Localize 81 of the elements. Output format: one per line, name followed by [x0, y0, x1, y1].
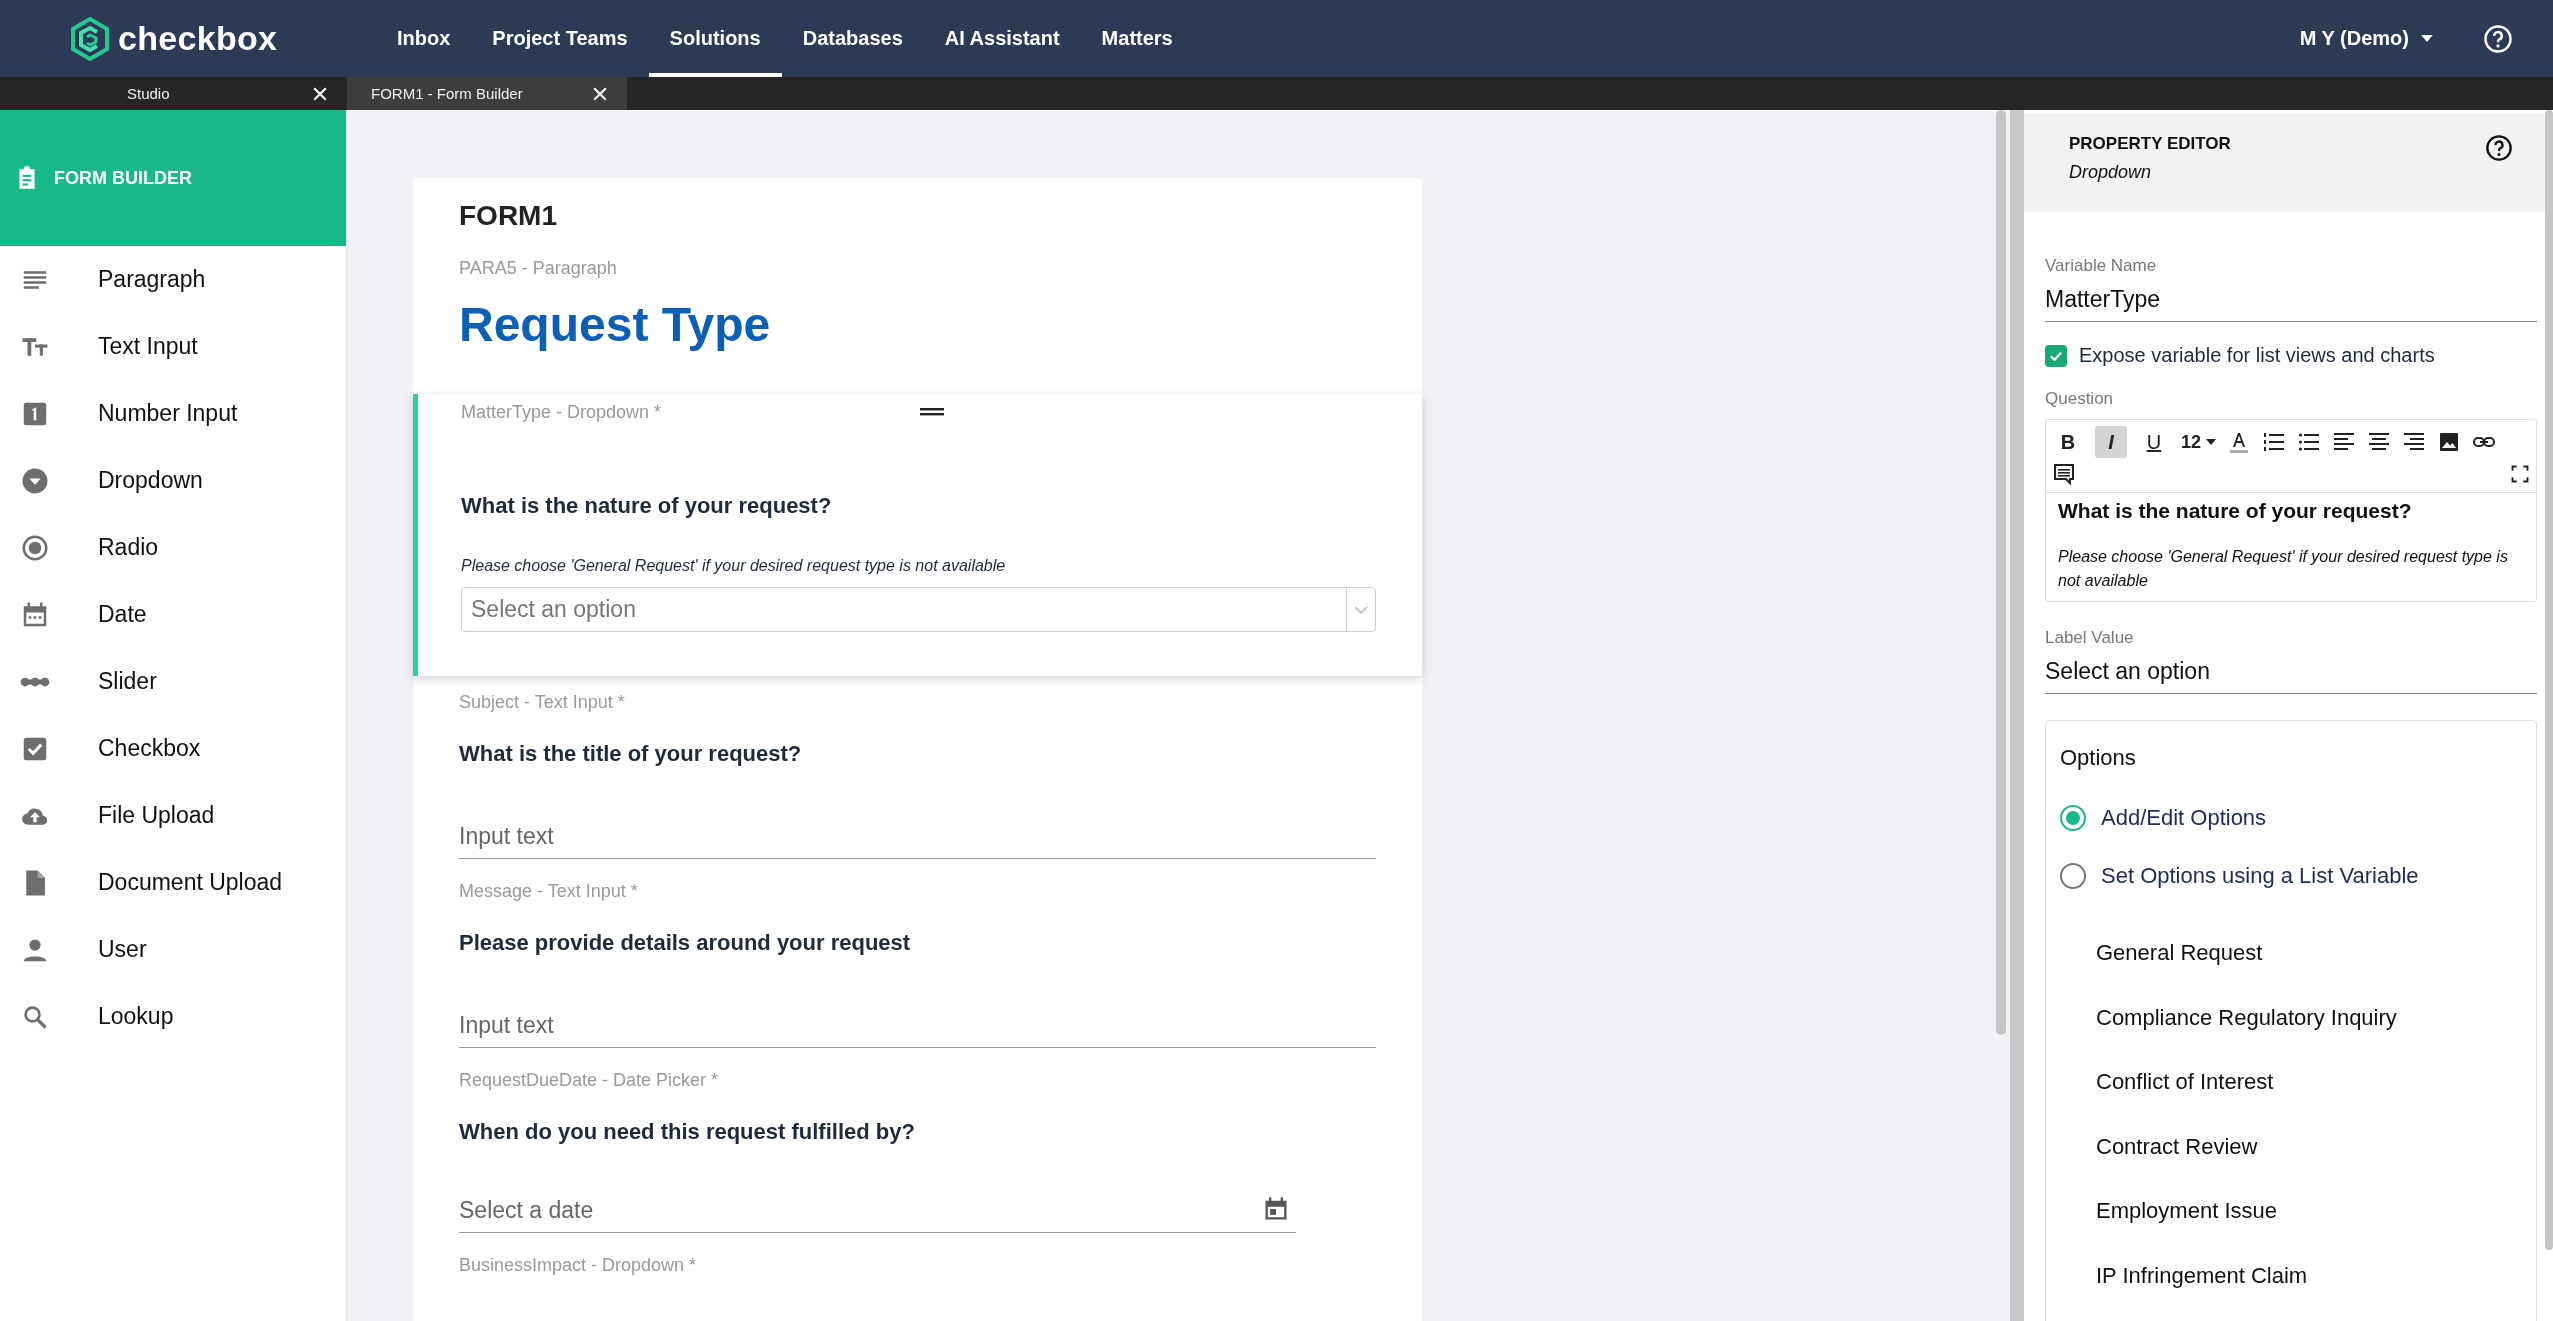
option-item[interactable]: Conflict of Interest: [2060, 1050, 2522, 1115]
selected-field-block[interactable]: MatterType - Dropdown * What is the nature of your request? Please choose 'General Request' if your desired request type is not available Select an option: [413, 394, 1422, 676]
option-item[interactable]: General Request: [2060, 921, 2522, 986]
sidebar-item[interactable]: File Upload: [0, 782, 346, 849]
select-dropdown[interactable]: Select an option: [461, 587, 1376, 632]
caret-icon: [2421, 35, 2433, 42]
numbered-list-icon[interactable]: [2262, 430, 2287, 454]
nav-link[interactable]: Inbox: [376, 0, 472, 77]
question-text: Please provide details around your request: [459, 930, 912, 956]
sidebar-item[interactable]: Paragraph: [0, 246, 346, 313]
sidebar-item[interactable]: Lookup: [0, 983, 346, 1050]
options-title: Options: [2060, 745, 2137, 771]
field-label: Variable Name: [2045, 256, 2158, 276]
paragraph-heading: Request Type: [459, 297, 772, 352]
hint-text: Please choose 'General Request' if your desired request type is not available: [2058, 547, 2509, 591]
question-text: What is the nature of your request?: [2058, 499, 2413, 523]
field-label: Question: [2045, 389, 2115, 409]
editor-text-area[interactable]: What is the nature of your request? Please choose 'General Request' if your desired request type is not available: [2046, 493, 2536, 601]
comment-icon[interactable]: [2052, 462, 2076, 486]
scrollbar[interactable]: [2545, 110, 2553, 1250]
field-caption: Subject - Text Input *: [459, 692, 625, 713]
sidebar-item[interactable]: Text Input: [0, 313, 346, 380]
logo-wordmark[interactable]: checkbox: [118, 19, 278, 58]
option-item[interactable]: IP Infringement Claim: [2060, 1243, 2522, 1308]
sidebar-item[interactable]: Radio: [0, 514, 346, 581]
tab[interactable]: Studio: [0, 77, 347, 110]
field-caption: PARA5 - Paragraph: [459, 258, 617, 279]
nav-link[interactable]: Project Teams: [471, 0, 649, 77]
field-block[interactable]: PARA5 - Paragraph Request Type: [413, 246, 1422, 388]
drag-handle-icon[interactable]: [920, 408, 944, 416]
font-size-button[interactable]: 12: [2181, 426, 2217, 458]
close-icon[interactable]: [593, 86, 607, 101]
format-button[interactable]: I: [2095, 426, 2127, 458]
sidebar-item[interactable]: Slider: [0, 648, 346, 715]
option-item[interactable]: Employment Issue: [2060, 1179, 2522, 1244]
tab[interactable]: FORM1 - Form Builder: [347, 77, 627, 110]
sidebar-item[interactable]: Number Input: [0, 380, 346, 447]
panel-title: PROPERTY EDITOR: [2069, 134, 2231, 154]
close-icon[interactable]: [313, 86, 327, 101]
text-input-field[interactable]: Input text: [459, 1012, 1376, 1048]
chevron-down-icon: [1354, 605, 1368, 614]
user-menu-button[interactable]: M Y (Demo): [2289, 18, 2443, 59]
checkbox-label: Expose variable for list views and charts: [2079, 344, 2435, 367]
sidebar-item[interactable]: Document Upload: [0, 849, 346, 916]
checkbox[interactable]: [2045, 344, 2067, 367]
field-block[interactable]: Message - Text Input * Please provide details around your request Input text: [413, 869, 1422, 1058]
option-item[interactable]: Compliance Regulatory Inquiry: [2060, 985, 2522, 1050]
panel-subtitle: Dropdown: [2069, 162, 2153, 183]
nav-link[interactable]: Matters: [1080, 0, 1194, 77]
text-input-field[interactable]: Input text: [459, 823, 1376, 859]
nav-link[interactable]: AI Assistant: [923, 0, 1081, 77]
fullscreen-icon[interactable]: [2510, 464, 2530, 484]
format-button[interactable]: U: [2138, 426, 2170, 458]
field-caption: BusinessImpact - Dropdown *: [459, 1255, 697, 1276]
sidebar-item[interactable]: User: [0, 916, 346, 983]
field-label: Label Value: [2045, 628, 2135, 648]
nav-link[interactable]: Databases: [781, 0, 924, 77]
field-caption: Message - Text Input *: [459, 881, 638, 902]
logo-icon: [70, 16, 110, 61]
sidebar-title: FORM BUILDER: [54, 167, 192, 189]
sidebar-item[interactable]: Checkbox: [0, 715, 346, 782]
slider-field-icon: [20, 676, 50, 687]
field-block[interactable]: RequestDueDate - Date Picker * When do you need this request fulfilled by? Select a date: [413, 1058, 1422, 1243]
help-icon[interactable]: [2485, 134, 2513, 162]
scrollbar[interactable]: [1996, 110, 2006, 1035]
question-text: What is the title of your request?: [459, 741, 803, 767]
field-caption: RequestDueDate - Date Picker *: [459, 1070, 719, 1091]
hint-text: Please choose 'General Request' if your desired request type is not available: [461, 557, 1007, 575]
question-text: When do you need this request fulfilled by?: [459, 1119, 916, 1145]
question-text: What is the nature of your request?: [461, 493, 833, 519]
caret-icon: [2206, 439, 2217, 445]
format-button[interactable]: B: [2052, 426, 2084, 458]
form-title: FORM1: [458, 199, 558, 233]
radio-option[interactable]: Set Options using a List Variable: [2060, 847, 2522, 905]
sidebar-item[interactable]: Dropdown: [0, 447, 346, 514]
option-item[interactable]: Contract Review: [2060, 1114, 2522, 1179]
field-caption: MatterType - Dropdown *: [461, 402, 662, 423]
bulleted-list-icon[interactable]: [2297, 430, 2322, 454]
field-block[interactable]: Subject - Text Input * What is the title of your request? Input text: [413, 680, 1422, 869]
radio-option[interactable]: Add/Edit Options: [2060, 789, 2522, 847]
sidebar-item[interactable]: Date: [0, 581, 346, 648]
